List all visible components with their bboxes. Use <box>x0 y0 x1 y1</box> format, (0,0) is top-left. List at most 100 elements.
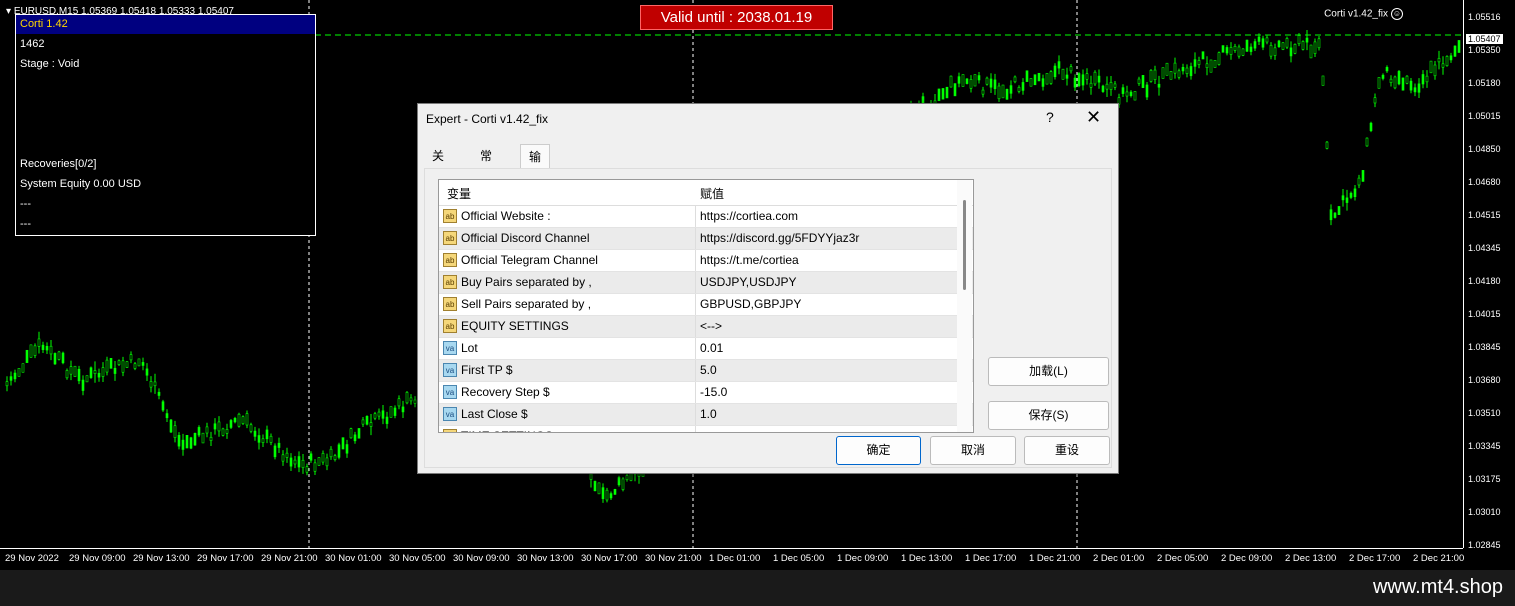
candle-body <box>1241 48 1245 56</box>
candle-body <box>1077 73 1081 87</box>
candle-body <box>609 493 613 499</box>
ea-info-panel: Corti 1.42 1462 Stage : Void Recoveries[… <box>15 14 316 236</box>
candle-body <box>1417 83 1421 93</box>
candle-body <box>337 444 341 458</box>
input-value[interactable]: https://discord.gg/5FDYYjaz3r <box>700 231 859 245</box>
input-row[interactable]: va Last Close $ 1.0 <box>439 404 973 426</box>
candle-body <box>1397 71 1401 85</box>
column-variable[interactable]: 变量 <box>447 185 471 202</box>
candle-body <box>1197 60 1201 65</box>
price-tick-label: 1.03845 <box>1468 342 1501 352</box>
string-type-icon: ab <box>443 297 457 311</box>
candle-body <box>1285 38 1289 48</box>
input-value[interactable]: 5.0 <box>700 363 717 377</box>
candle-body <box>1189 66 1193 77</box>
input-row[interactable]: va Lot 0.01 <box>439 338 973 360</box>
input-value[interactable]: <--> <box>700 319 722 333</box>
input-value[interactable]: -15.0 <box>700 385 727 399</box>
candle-body <box>229 420 233 428</box>
column-value[interactable]: 赋值 <box>700 185 724 202</box>
candle-body <box>61 352 65 364</box>
candle-body <box>329 448 333 458</box>
candle-body <box>5 381 9 387</box>
input-row[interactable]: ab Buy Pairs separated by , USDJPY,USDJPY <box>439 272 973 294</box>
candle-body <box>1025 70 1029 82</box>
candle-body <box>1089 82 1093 88</box>
candle-body <box>309 453 313 461</box>
column-separator <box>695 426 696 432</box>
input-variable-name: Last Close $ <box>461 407 528 421</box>
candle-body <box>1073 77 1077 88</box>
dropdown-arrow-icon[interactable]: ▾ <box>6 6 14 17</box>
string-type-icon: ab <box>443 319 457 333</box>
candle-body <box>1049 71 1053 84</box>
tab-inputs[interactable]: 输入参数 <box>520 144 551 236</box>
load-button[interactable]: 加载(L) <box>988 357 1109 386</box>
input-value[interactable]: https://t.me/cortiea <box>700 253 799 267</box>
candle-body <box>961 74 965 87</box>
save-button[interactable]: 保存(S) <box>988 401 1109 430</box>
input-row[interactable]: ab Official Website : https://cortiea.com <box>439 206 973 228</box>
time-tick-label: 2 Dec 01:00 <box>1093 553 1145 564</box>
candle-body <box>1001 84 1005 99</box>
input-value[interactable]: 0.01 <box>700 341 723 355</box>
candle-body <box>1341 195 1345 201</box>
input-row[interactable]: va First TP $ 5.0 <box>439 360 973 382</box>
candle-body <box>1297 35 1301 45</box>
candle-body <box>313 462 317 472</box>
ea-name: Corti v1.42_fix <box>1324 8 1388 20</box>
price-tick-label: 1.03175 <box>1468 474 1501 484</box>
help-button[interactable]: ? <box>1046 109 1054 125</box>
candle-body <box>1329 209 1333 221</box>
current-price-label: 1.05407 <box>1466 34 1503 44</box>
candle-body <box>1389 78 1393 83</box>
candle-body <box>1153 69 1157 80</box>
input-row[interactable]: ab Official Telegram Channel https://t.me/… <box>439 250 973 272</box>
input-value[interactable]: USDJPY,USDJPY <box>700 275 796 289</box>
input-value[interactable]: <--> <box>700 429 722 432</box>
candle-body <box>1349 192 1353 198</box>
candle-body <box>1093 71 1097 85</box>
candle-body <box>1425 75 1429 83</box>
info-line-a: --- <box>20 198 31 210</box>
candle-body <box>949 75 953 88</box>
candle-body <box>1113 83 1117 88</box>
smiley-icon[interactable]: ☺ <box>1391 8 1403 20</box>
time-tick-label: 1 Dec 21:00 <box>1029 553 1081 564</box>
input-row[interactable]: ab EQUITY SETTINGS <--> <box>439 316 973 338</box>
candle-body <box>1357 177 1361 186</box>
time-tick-label: 29 Nov 09:00 <box>69 553 126 564</box>
cancel-button[interactable]: 取消 <box>930 436 1016 465</box>
reset-button[interactable]: 重设 <box>1024 436 1110 465</box>
input-row[interactable]: ab Sell Pairs separated by , GBPUSD,GBPJPY <box>439 294 973 316</box>
candle-body <box>133 363 137 369</box>
candle-body <box>281 454 285 462</box>
close-icon[interactable]: ✕ <box>1086 107 1101 128</box>
input-row[interactable]: ab TIME SETTINGS <--> <box>439 426 973 432</box>
tab-about[interactable]: 关于 <box>424 144 452 187</box>
candle-body <box>625 475 629 480</box>
input-row[interactable]: va Recovery Step $ -15.0 <box>439 382 973 404</box>
candle-body <box>1245 39 1249 52</box>
input-value[interactable]: https://cortiea.com <box>700 209 798 223</box>
tab-common[interactable]: 常用 <box>472 144 500 187</box>
ok-button[interactable]: 确定 <box>836 436 921 465</box>
input-value[interactable]: 1.0 <box>700 407 717 421</box>
scrollbar-thumb[interactable] <box>963 200 966 290</box>
candle-body <box>213 423 217 430</box>
input-row[interactable]: ab Official Discord Channel https://discor… <box>439 228 973 250</box>
candle-body <box>1337 206 1341 215</box>
input-value[interactable]: GBPUSD,GBPJPY <box>700 297 801 311</box>
grid-scrollbar[interactable] <box>957 180 972 432</box>
candle-body <box>1205 63 1209 68</box>
input-variable-name: Official Telegram Channel <box>461 253 598 267</box>
candle-body <box>1437 58 1441 63</box>
string-type-icon: ab <box>443 253 457 267</box>
candle-body <box>1109 82 1113 90</box>
candle-body <box>1101 85 1105 92</box>
candle-body <box>1277 40 1281 48</box>
candle-body <box>1381 74 1385 79</box>
candle-body <box>1125 91 1129 97</box>
time-tick-label: 29 Nov 17:00 <box>197 553 254 564</box>
candle-body <box>9 376 13 381</box>
